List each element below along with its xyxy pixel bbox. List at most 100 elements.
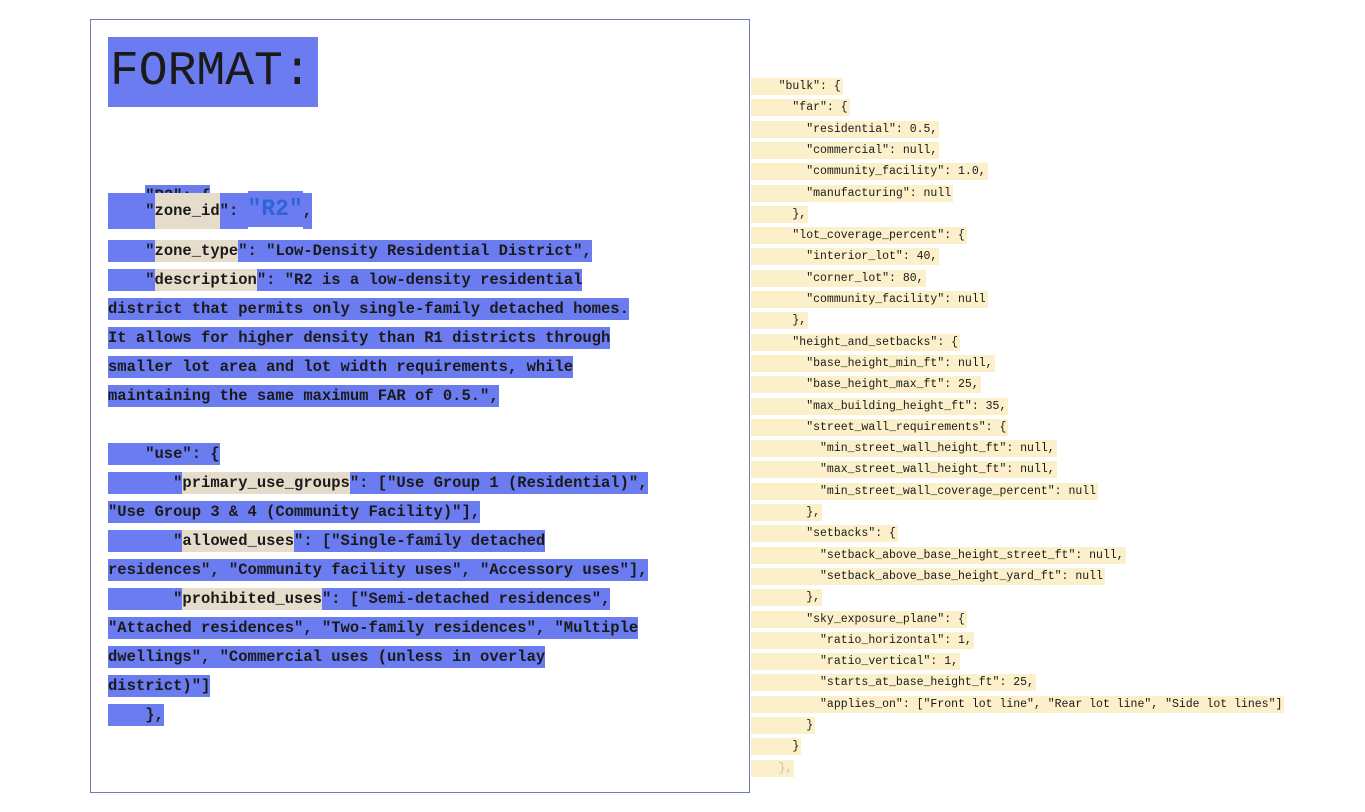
code-line-text: },	[751, 205, 809, 223]
code-line-text: }	[751, 717, 816, 734]
code-line: "base_height_min_ft": null,	[751, 354, 995, 372]
code-line-text: "residential": 0.5,	[751, 120, 940, 138]
code-line-text: },	[751, 312, 809, 330]
code-line-text: "sky_exposure_plane": {	[751, 610, 967, 628]
allowed-uses-value: ": ["Single-family detached	[294, 530, 546, 552]
code-line: },	[751, 312, 809, 330]
prohibited-indent: "	[108, 588, 183, 610]
code-line: "bulk": {	[751, 78, 843, 95]
zone-id-value: "R2"	[247, 191, 303, 227]
code-line-text: "setback_above_base_height_yard_ft": nul…	[751, 567, 1105, 585]
prohibited-cont-text: dwellings", "Commercial uses (unless in …	[108, 646, 546, 668]
code-line-text: },	[751, 504, 823, 521]
code-line: "manufacturing": null	[751, 184, 954, 202]
primary-use-groups-value: ": ["Use Group 1 (Residential)",	[349, 472, 648, 494]
format-panel: FORMAT: "R2": { "zone_id": "R2", "zone_t…	[90, 19, 750, 793]
description-cont-text: district that permits only single-family…	[108, 298, 629, 320]
code-line-text: "bulk": {	[751, 78, 843, 95]
code-line: },	[751, 504, 823, 521]
code-line-text: "manufacturing": null	[751, 184, 954, 202]
code-line: },	[751, 589, 823, 607]
code-line: "commercial": null,	[751, 141, 940, 159]
description-cont-line: smaller lot area and lot width requireme…	[108, 356, 574, 378]
use-open-line: "use": {	[108, 443, 220, 465]
zone-id-tail: ,	[302, 193, 313, 229]
primary-use-groups-cont-line: "Use Group 3 & 4 (Community Facility)"],	[108, 501, 481, 523]
code-line-text: "height_and_setbacks": {	[751, 333, 961, 351]
code-line-text: "ratio_vertical": 1,	[751, 653, 961, 671]
code-line-text: "interior_lot": 40,	[751, 248, 940, 266]
description-cont-line: maintaining the same maximum FAR of 0.5.…	[108, 385, 499, 407]
prohibited-cont-text: district)"]	[108, 675, 211, 697]
description-line: "description": "R2 is a low-density resi…	[108, 269, 583, 291]
zone-id-key: zone_id	[154, 193, 220, 229]
code-line-text: "community_facility": 1.0,	[751, 163, 988, 181]
code-line: "setback_above_base_height_street_ft": n…	[751, 546, 1126, 564]
description-key: description	[154, 269, 257, 291]
code-line-text: "community_facility": null	[751, 291, 988, 308]
code-line: "lot_coverage_percent": {	[751, 227, 967, 245]
code-line-text: "starts_at_base_height_ft": 25,	[751, 674, 1036, 692]
code-line: "community_facility": 1.0,	[751, 163, 988, 181]
zone-id-line: "zone_id": "R2",	[108, 191, 313, 229]
code-line-text: "corner_lot": 80,	[751, 269, 926, 287]
r2-open-line: "R2": {	[108, 163, 211, 207]
code-line-text: },	[751, 589, 823, 607]
code-line: "height_and_setbacks": {	[751, 333, 961, 351]
code-line-text: }	[751, 738, 802, 756]
use-close-text: },	[108, 704, 164, 726]
code-line: "ratio_vertical": 1,	[751, 653, 961, 671]
primary-use-groups-line: "primary_use_groups": ["Use Group 1 (Res…	[108, 472, 648, 494]
prohibited-uses-value: ": ["Semi-detached residences",	[321, 588, 611, 610]
zone-type-value: ": "Low-Density Residential District",	[238, 240, 592, 262]
code-line-text: "street_wall_requirements": {	[751, 418, 1009, 436]
code-line: "residential": 0.5,	[751, 120, 940, 138]
primary-use-groups-key: primary_use_groups	[182, 472, 350, 494]
zone-type-line: "zone_type": "Low-Density Residential Di…	[108, 240, 592, 262]
code-line-text: "ratio_horizontal": 1,	[751, 631, 974, 649]
use-close-line: },	[108, 704, 164, 726]
code-line-text: "applies_on": ["Front lot line", "Rear l…	[751, 695, 1285, 713]
description-cont-text: smaller lot area and lot width requireme…	[108, 356, 574, 378]
code-line: "starts_at_base_height_ft": 25,	[751, 674, 1036, 692]
code-line: "min_street_wall_height_ft": null,	[751, 440, 1057, 458]
code-line: "max_street_wall_height_ft": null,	[751, 461, 1057, 479]
code-line: "far": {	[751, 99, 850, 117]
code-line: }	[751, 717, 816, 734]
code-line-text: },	[751, 759, 795, 777]
allowed-uses-key: allowed_uses	[182, 530, 295, 552]
zone-id-sep: ":	[219, 193, 248, 229]
code-line: },	[751, 759, 795, 777]
code-line: "min_street_wall_coverage_percent": null	[751, 482, 1099, 500]
allowed-cont-text: residences", "Community facility uses", …	[108, 559, 648, 581]
code-line-text: "base_height_min_ft": null,	[751, 354, 995, 372]
primary-indent: "	[108, 472, 183, 494]
code-line: "corner_lot": 80,	[751, 269, 926, 287]
code-line-text: "commercial": null,	[751, 141, 940, 159]
description-cont-text: It allows for higher density than R1 dis…	[108, 327, 611, 349]
primary-cont-text: "Use Group 3 & 4 (Community Facility)"],	[108, 501, 481, 523]
code-line: "setbacks": {	[751, 525, 898, 543]
code-line-text: "setback_above_base_height_street_ft": n…	[751, 546, 1126, 564]
code-line-text: "base_height_max_ft": 25,	[751, 376, 981, 394]
description-value: ": "R2 is a low-density residential	[256, 269, 583, 291]
prohibited-uses-cont-line: dwellings", "Commercial uses (unless in …	[108, 646, 546, 668]
use-open-text: "use": {	[108, 443, 220, 465]
code-line-text: "far": {	[751, 99, 850, 117]
code-line-text: "max_street_wall_height_ft": null,	[751, 461, 1057, 479]
format-title: FORMAT:	[108, 37, 318, 107]
code-line: "ratio_horizontal": 1,	[751, 631, 974, 649]
code-line-text: "max_building_height_ft": 35,	[751, 397, 1009, 415]
code-line: "max_building_height_ft": 35,	[751, 397, 1009, 415]
allowed-uses-cont-line: residences", "Community facility uses", …	[108, 559, 648, 581]
zone-type-key: zone_type	[154, 240, 239, 262]
code-line-text: "setbacks": {	[751, 525, 898, 543]
prohibited-uses-cont-line: district)"]	[108, 675, 211, 697]
code-line: },	[751, 205, 809, 223]
code-line: }	[751, 738, 802, 756]
code-line-text: "lot_coverage_percent": {	[751, 227, 967, 245]
description-indent: "	[108, 269, 155, 291]
code-line: "base_height_max_ft": 25,	[751, 376, 981, 394]
zone-id-indent: "	[108, 193, 155, 229]
prohibited-uses-cont-line: "Attached residences", "Two-family resid…	[108, 617, 639, 639]
